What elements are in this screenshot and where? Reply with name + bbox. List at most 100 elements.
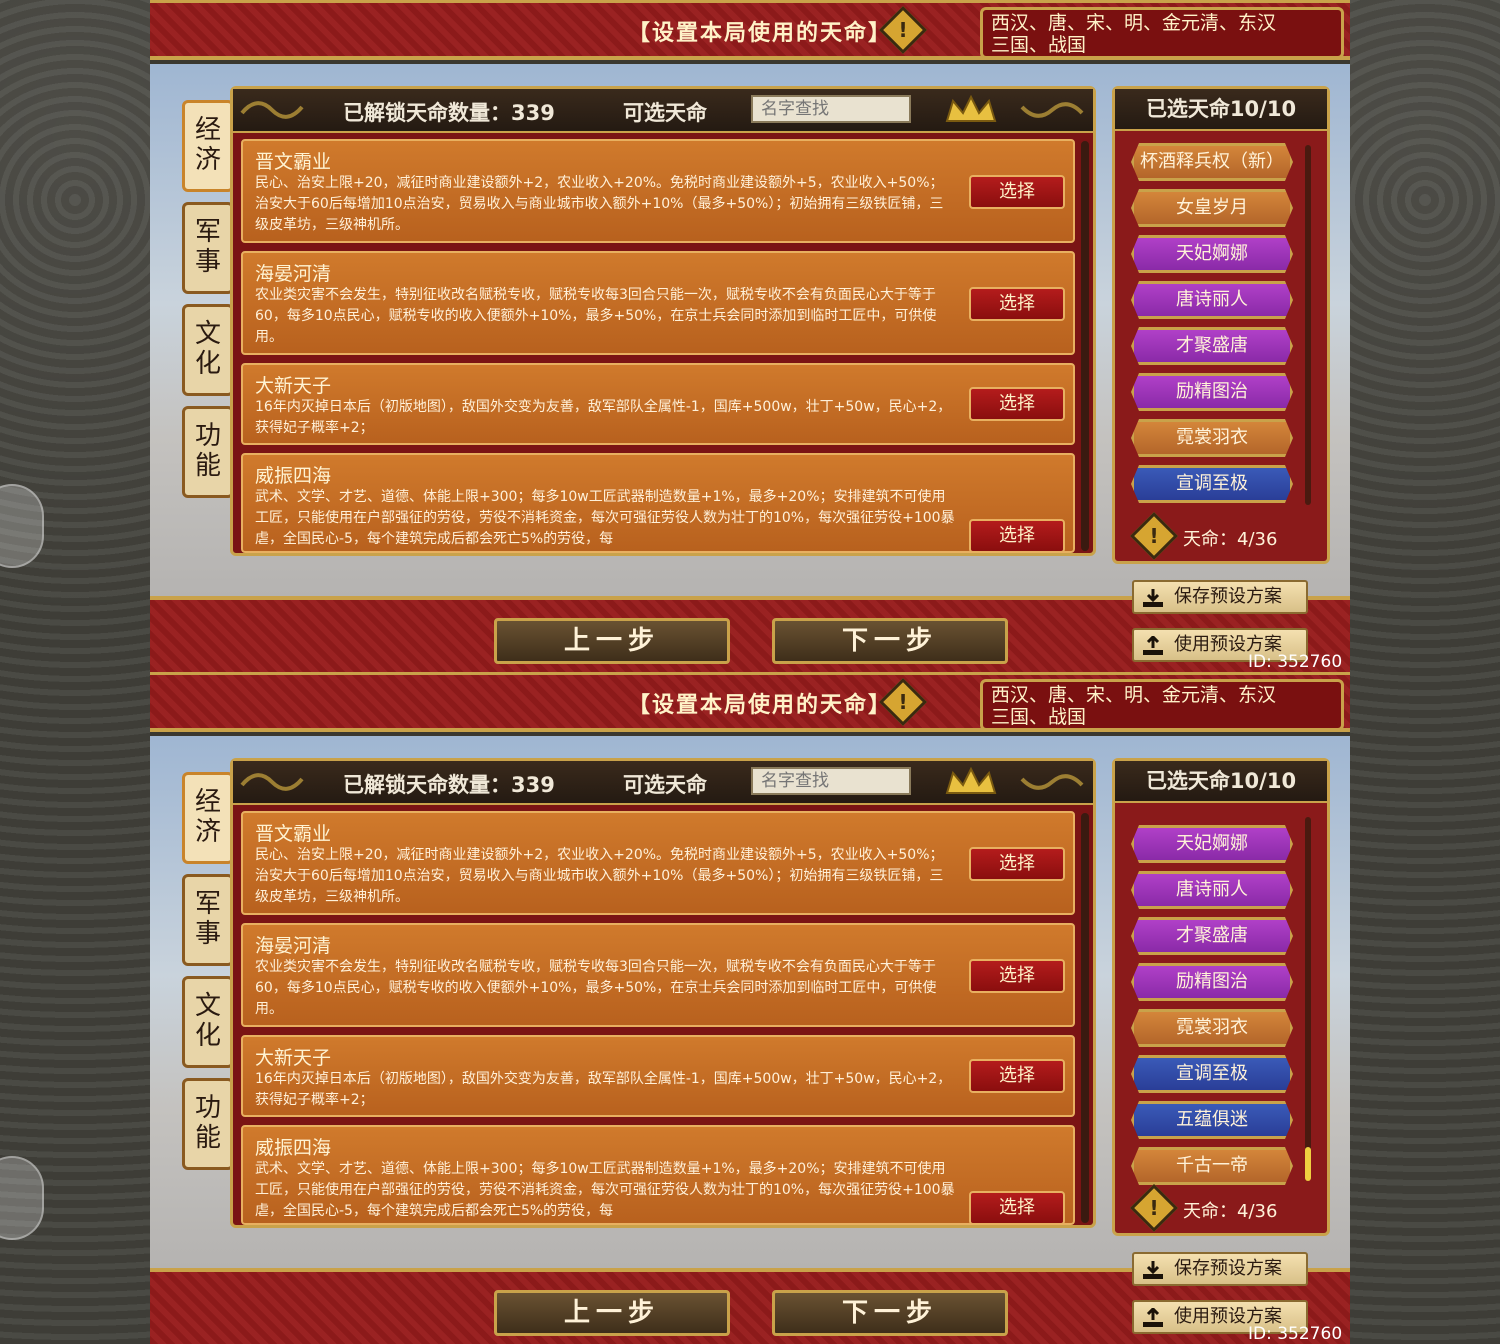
destiny-card: 大新天子 16年内灭掉日本后（初版地图），敌国外交变为友善，敌军部队全属性-1，…: [241, 1035, 1075, 1117]
card-title: 晋文霸业: [255, 823, 332, 845]
player-id: ID: 352760: [1248, 1324, 1343, 1344]
next-button[interactable]: 下一步: [772, 618, 1008, 664]
selected-item[interactable]: 五蕴俱迷: [1131, 1101, 1293, 1139]
selected-item[interactable]: 励精图治: [1131, 373, 1293, 411]
player-id: ID: 352760: [1248, 652, 1343, 672]
destiny-card: 大新天子 16年内灭掉日本后（初版地图），敌国外交变为友善，敌军部队全属性-1，…: [241, 363, 1075, 445]
crown-icon[interactable]: [943, 767, 999, 797]
save-preset-label: 保存预设方案: [1174, 586, 1282, 607]
save-preset-label: 保存预设方案: [1174, 1258, 1282, 1279]
selected-destiny-panel: 已选天命10/10 杯酒释兵权（新） 女皇岁月 天妃婀娜 唐诗丽人 才聚盛唐 励…: [1112, 86, 1330, 564]
prev-button[interactable]: 上一步: [494, 1290, 730, 1336]
selected-item[interactable]: 宣调至极: [1131, 465, 1293, 503]
select-button[interactable]: 选择: [969, 175, 1065, 209]
tab-military[interactable]: 军 事: [182, 874, 234, 966]
select-button[interactable]: 选择: [969, 1059, 1065, 1093]
selected-scrollbar-thumb[interactable]: [1305, 1147, 1311, 1181]
tab-culture[interactable]: 文 化: [182, 304, 234, 396]
unlocked-count: 已解锁天命数量：339: [343, 773, 555, 797]
selected-item[interactable]: 女皇岁月: [1131, 189, 1293, 227]
warning-icon[interactable]: !: [1129, 1183, 1179, 1233]
dynasty-list: 西汉、唐、宋、明、金元清、东汉 三国、战国: [980, 679, 1344, 731]
crown-icon[interactable]: [943, 95, 999, 125]
select-button[interactable]: 选择: [969, 847, 1065, 881]
list-header: 已解锁天命数量：339 可选天命: [233, 761, 1093, 805]
card-title: 威振四海: [255, 1137, 332, 1159]
selected-item[interactable]: 霓裳羽衣: [1131, 1009, 1293, 1047]
tab-economy[interactable]: 经 济: [182, 100, 234, 192]
tab-military[interactable]: 军 事: [182, 202, 234, 294]
right-dragon-border: [1350, 0, 1500, 1344]
upload-icon: [1143, 1308, 1163, 1327]
dragon-ornament-icon: [240, 773, 304, 791]
download-icon: [1143, 1261, 1163, 1279]
select-button[interactable]: 选择: [969, 959, 1065, 993]
list-scrollbar[interactable]: [1081, 813, 1089, 1223]
floating-edge-button[interactable]: [0, 1156, 44, 1240]
dragon-ornament-icon: [1020, 774, 1084, 790]
search-input[interactable]: [751, 767, 911, 795]
destiny-list: 已解锁天命数量：339 可选天命 晋文霸业 民心、治安上限+20，减征时商业建设…: [230, 86, 1096, 556]
card-desc: 武术、文学、才艺、道德、体能上限+300；每多10w工匠武器制造数量+1%，最多…: [255, 1161, 955, 1219]
card-desc: 16年内灭掉日本后（初版地图），敌国外交变为友善，敌军部队全属性-1，国库+50…: [255, 1071, 952, 1108]
selected-title: 已选天命10/10: [1115, 89, 1327, 131]
card-desc: 农业类灾害不会发生，特别征收改名赋税专收，赋税专收每3回合只能一次，赋税专收不会…: [255, 959, 937, 1017]
card-title: 海晏河清: [255, 263, 332, 285]
list-scrollbar[interactable]: [1081, 141, 1089, 551]
tab-economy[interactable]: 经 济: [182, 772, 234, 864]
card-title: 大新天子: [255, 375, 332, 397]
page-title: 【设置本局使用的天命】: [628, 21, 893, 46]
card-title: 晋文霸业: [255, 151, 332, 173]
tab-culture[interactable]: 文 化: [182, 976, 234, 1068]
warning-icon[interactable]: !: [1129, 511, 1179, 561]
tab-function[interactable]: 功 能: [182, 1078, 234, 1170]
destiny-panel-1: 【设置本局使用的天命】 ! 西汉、唐、宋、明、金元清、东汉 三国、战国 经 济 …: [150, 0, 1350, 672]
selected-item[interactable]: 天妃婀娜: [1131, 825, 1293, 863]
card-desc: 农业类灾害不会发生，特别征收改名赋税专收，赋税专收每3回合只能一次，赋税专收不会…: [255, 287, 937, 345]
selected-item[interactable]: 才聚盛唐: [1131, 327, 1293, 365]
destiny-card: 海晏河清 农业类灾害不会发生，特别征收改名赋税专收，赋税专收每3回合只能一次，赋…: [241, 251, 1075, 355]
destiny-card: 威振四海 武术、文学、才艺、道德、体能上限+300；每多10w工匠武器制造数量+…: [241, 1125, 1075, 1225]
search-input[interactable]: [751, 95, 911, 123]
destiny-card: 晋文霸业 民心、治安上限+20，减征时商业建设额外+2，农业收入+20%。免税时…: [241, 811, 1075, 915]
selected-scrollbar[interactable]: [1305, 817, 1311, 1177]
select-button[interactable]: 选择: [969, 387, 1065, 421]
destiny-count-row: ! 天命：4/36: [1129, 511, 1311, 561]
selected-item[interactable]: 杯酒释兵权（新）: [1131, 143, 1293, 181]
save-preset-button[interactable]: 保存预设方案: [1132, 1252, 1308, 1286]
destiny-list: 已解锁天命数量：339 可选天命 晋文霸业 民心、治安上限+20，减征时商业建设…: [230, 758, 1096, 1228]
selected-destiny-panel: 已选天命10/10 天妃婀娜 唐诗丽人 才聚盛唐 励精图治 霓裳羽衣 宣调至极 …: [1112, 758, 1330, 1236]
tab-function[interactable]: 功 能: [182, 406, 234, 498]
upload-icon: [1143, 636, 1163, 655]
dragon-ornament-icon: [240, 101, 304, 119]
dynasty-list: 西汉、唐、宋、明、金元清、东汉 三国、战国: [980, 7, 1344, 59]
selected-item[interactable]: 唐诗丽人: [1131, 281, 1293, 319]
card-title: 大新天子: [255, 1047, 332, 1069]
destiny-count: 天命：4/36: [1183, 529, 1278, 550]
selected-item[interactable]: 才聚盛唐: [1131, 917, 1293, 955]
selectable-label: 可选天命: [623, 773, 707, 797]
selected-item[interactable]: 宣调至极: [1131, 1055, 1293, 1093]
prev-button[interactable]: 上一步: [494, 618, 730, 664]
select-button[interactable]: 选择: [969, 519, 1065, 551]
card-desc: 武术、文学、才艺、道德、体能上限+300；每多10w工匠武器制造数量+1%，最多…: [255, 489, 955, 547]
selected-item[interactable]: 千古一帝: [1131, 1147, 1293, 1185]
selected-item[interactable]: 唐诗丽人: [1131, 871, 1293, 909]
download-icon: [1143, 589, 1163, 607]
save-preset-button[interactable]: 保存预设方案: [1132, 580, 1308, 614]
card-desc: 民心、治安上限+20，减征时商业建设额外+2，农业收入+20%。免税时商业建设额…: [255, 175, 944, 233]
selected-item[interactable]: 霓裳羽衣: [1131, 419, 1293, 457]
select-button[interactable]: 选择: [969, 287, 1065, 321]
floating-edge-button[interactable]: [0, 484, 44, 568]
destiny-card: 海晏河清 农业类灾害不会发生，特别征收改名赋税专收，赋税专收每3回合只能一次，赋…: [241, 923, 1075, 1027]
card-title: 威振四海: [255, 465, 332, 487]
list-header: 已解锁天命数量：339 可选天命: [233, 89, 1093, 133]
selected-scrollbar[interactable]: [1305, 145, 1311, 505]
selected-title: 已选天命10/10: [1115, 761, 1327, 803]
selected-item[interactable]: 天妃婀娜: [1131, 235, 1293, 273]
next-button[interactable]: 下一步: [772, 1290, 1008, 1336]
selected-item[interactable]: 励精图治: [1131, 963, 1293, 1001]
select-button[interactable]: 选择: [969, 1191, 1065, 1223]
selectable-label: 可选天命: [623, 101, 707, 125]
destiny-card: 威振四海 武术、文学、才艺、道德、体能上限+300；每多10w工匠武器制造数量+…: [241, 453, 1075, 553]
